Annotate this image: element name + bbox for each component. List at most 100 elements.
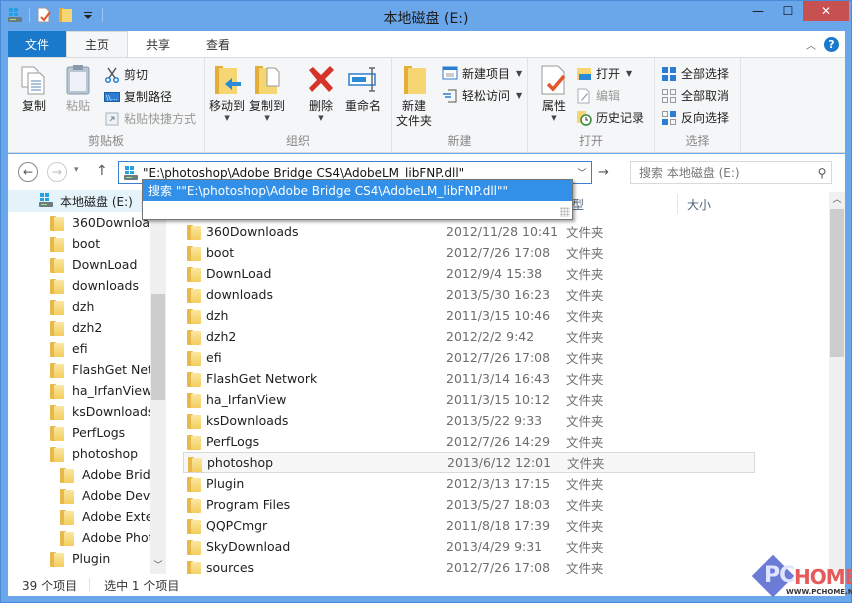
tree-item[interactable]: boot <box>50 233 100 254</box>
tree-item[interactable]: Adobe Phot <box>60 527 154 548</box>
search-icon[interactable]: ⚲ <box>813 166 831 180</box>
minimize-button[interactable]: — <box>743 1 773 21</box>
tree-item[interactable]: Adobe Bridg <box>60 464 159 485</box>
tree-item[interactable]: DownLoad <box>50 254 137 275</box>
recent-locations-dropdown[interactable]: ▾ <box>74 165 79 175</box>
move-to-label: 移动到 <box>209 99 246 113</box>
file-type: 文件夹 <box>566 246 604 261</box>
tree-item[interactable]: Adobe Devi <box>60 485 154 506</box>
go-button[interactable]: → <box>598 165 609 180</box>
address-dropdown-icon[interactable]: ﹀ <box>573 166 591 179</box>
file-list-scrollbar[interactable]: ︿ <box>829 192 845 574</box>
window-title: 本地磁盘 (E:) <box>383 11 469 27</box>
invert-selection-button[interactable]: 反向选择 <box>661 109 729 126</box>
back-button[interactable]: ← <box>18 162 38 182</box>
history-button[interactable]: 历史记录 <box>576 109 644 126</box>
file-row[interactable]: Program Files 2013/5/27 18:03 文件夹 <box>183 494 755 515</box>
file-date-modified: 2013/5/30 16:23 <box>446 287 551 302</box>
select-none-button[interactable]: 全部取消 <box>661 87 729 104</box>
tab-home[interactable]: 主页 <box>66 31 129 57</box>
tab-file[interactable]: 文件 <box>8 31 66 57</box>
nav-pane-scrollbar[interactable]: ﹀ <box>150 212 166 574</box>
tree-item[interactable]: Adobe Exter <box>60 506 159 527</box>
open-icon <box>576 66 592 82</box>
file-row[interactable]: 360Downloads 2012/11/28 10:41 文件夹 <box>183 221 755 242</box>
copy-path-button[interactable]: \\... 复制路径 <box>104 88 172 105</box>
tab-view[interactable]: 查看 <box>188 31 248 57</box>
delete-button[interactable]: 删除 ▼ <box>305 64 337 122</box>
collapse-ribbon-icon[interactable]: ︿ <box>806 37 816 52</box>
tree-item[interactable]: efi <box>50 338 88 359</box>
file-row[interactable]: QQPCmgr 2011/8/18 17:39 文件夹 <box>183 515 755 536</box>
file-name: ksDownloads <box>206 413 289 428</box>
paste-button[interactable]: 粘贴 <box>62 64 94 114</box>
file-row[interactable]: SkyDownload 2013/4/29 9:31 文件夹 <box>183 536 755 557</box>
file-type: 文件夹 <box>566 372 604 387</box>
file-row[interactable]: boot 2012/7/26 17:08 文件夹 <box>183 242 755 263</box>
search-input[interactable] <box>639 165 813 180</box>
tree-item[interactable]: dzh2 <box>50 317 102 338</box>
resize-grip-icon[interactable] <box>560 207 570 217</box>
tree-item[interactable]: FlashGet Netw <box>50 359 163 380</box>
folder-icon <box>188 456 202 472</box>
forward-button[interactable]: → <box>47 162 67 182</box>
file-date-modified: 2013/5/27 18:03 <box>446 497 551 512</box>
file-list-scroll-thumb[interactable] <box>830 209 844 357</box>
move-to-icon <box>211 64 243 96</box>
file-row[interactable]: Plugin 2012/3/13 17:15 文件夹 <box>183 473 755 494</box>
file-row[interactable]: dzh 2011/3/15 10:46 文件夹 <box>183 305 755 326</box>
edit-button[interactable]: 编辑 <box>576 87 620 104</box>
nav-pane-scroll-thumb[interactable] <box>151 294 165 400</box>
folder-icon <box>187 539 201 555</box>
tree-item[interactable]: photoshop <box>50 443 138 464</box>
file-row[interactable]: photoshop 2013/6/12 12:01 文件夹 <box>183 452 755 473</box>
file-date-modified: 2012/2/2 9:42 <box>446 329 535 344</box>
address-input[interactable] <box>143 165 573 180</box>
maximize-button[interactable]: ☐ <box>773 1 803 21</box>
scroll-down-icon[interactable]: ﹀ <box>150 558 166 574</box>
copy-button[interactable]: 复制 <box>18 64 50 114</box>
up-button[interactable]: ↑ <box>96 163 108 179</box>
properties-button[interactable]: 属性 ▼ <box>538 64 570 122</box>
scroll-up-icon[interactable]: ︿ <box>829 192 845 208</box>
open-button[interactable]: 打开 ▼ <box>576 65 632 82</box>
file-row[interactable]: FlashGet Network 2011/3/14 16:43 文件夹 <box>183 368 755 389</box>
tab-share[interactable]: 共享 <box>128 31 188 57</box>
tree-item[interactable]: ha_IrfanView <box>50 380 152 401</box>
copy-path-label: 复制路径 <box>124 90 173 104</box>
file-row[interactable]: dzh2 2012/2/2 9:42 文件夹 <box>183 326 755 347</box>
folder-icon <box>50 446 64 462</box>
file-name: Program Files <box>206 497 291 512</box>
tree-item[interactable]: ksDownloads <box>50 401 154 422</box>
paste-shortcut-button[interactable]: 粘贴快捷方式 <box>104 110 196 127</box>
cut-button[interactable]: 剪切 <box>104 66 148 83</box>
drive-icon <box>38 192 54 211</box>
drive-icon <box>123 165 139 181</box>
tree-item[interactable]: PerfLogs <box>50 422 125 443</box>
tree-item-label: Adobe Bridg <box>82 467 159 482</box>
search-box[interactable]: ⚲ <box>630 161 832 184</box>
copy-to-button[interactable]: 复制到 ▼ <box>249 64 285 122</box>
tree-item[interactable]: dzh <box>50 296 94 317</box>
help-icon[interactable]: ? <box>824 36 839 52</box>
file-row[interactable]: efi 2012/7/26 17:08 文件夹 <box>183 347 755 368</box>
search-suggestion-item[interactable]: 搜索 ""E:\photoshop\Adobe Bridge CS4\Adobe… <box>143 180 572 201</box>
file-row[interactable]: PerfLogs 2012/7/26 14:29 文件夹 <box>183 431 755 452</box>
column-header-size[interactable]: 大小 <box>677 194 757 214</box>
new-item-button[interactable]: 新建项目 ▼ <box>442 65 522 82</box>
new-folder-button[interactable]: 新建 文件夹 <box>396 64 432 129</box>
file-row[interactable]: ha_IrfanView 2011/3/15 10:12 文件夹 <box>183 389 755 410</box>
file-row[interactable]: downloads 2013/5/30 16:23 文件夹 <box>183 284 755 305</box>
folder-icon <box>50 404 64 420</box>
file-name: ha_IrfanView <box>206 392 287 407</box>
file-row[interactable]: ksDownloads 2013/5/22 9:33 文件夹 <box>183 410 755 431</box>
folder-icon <box>187 350 201 366</box>
easy-access-button[interactable]: 轻松访问 ▼ <box>442 87 522 104</box>
close-button[interactable]: ✕ <box>803 1 849 21</box>
select-all-button[interactable]: 全部选择 <box>661 65 729 82</box>
file-row[interactable]: DownLoad 2012/9/4 15:38 文件夹 <box>183 263 755 284</box>
move-to-button[interactable]: 移动到 ▼ <box>209 64 245 122</box>
tree-item[interactable]: downloads <box>50 275 139 296</box>
tree-item[interactable]: Plugin <box>50 548 110 569</box>
rename-button[interactable]: 重命名 <box>345 64 381 114</box>
